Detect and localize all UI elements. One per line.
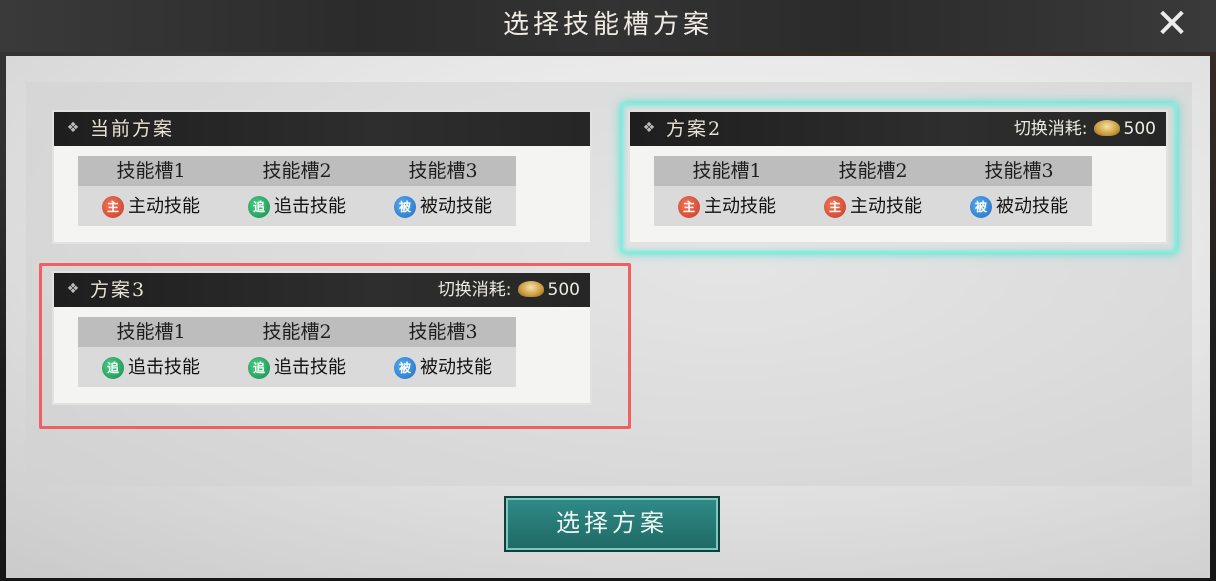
chase-skill-icon: 追 <box>248 196 270 218</box>
slot-skill-label: 被动技能 <box>420 196 492 217</box>
slot-cell: 被被动技能 <box>370 188 516 226</box>
slot-cell: 被被动技能 <box>370 349 516 387</box>
plan-card-current[interactable]: ❖ 当前方案 技能槽1 技能槽2 技能槽3 主主动技能 追追击技能 被被动技能 <box>52 110 592 244</box>
slot-header: 技能槽2 <box>800 156 946 186</box>
diamond-icon: ❖ <box>66 281 80 297</box>
passive-skill-icon: 被 <box>394 357 416 379</box>
dialog-title: 选择技能槽方案 <box>502 10 713 40</box>
switch-cost-label: 切换消耗: <box>1013 119 1088 139</box>
slot-skill-label: 主动技能 <box>850 196 922 217</box>
slot-header: 技能槽3 <box>946 156 1092 186</box>
slot-cell: 主主动技能 <box>800 188 946 226</box>
switch-cost-value: 500 <box>1123 119 1156 139</box>
slot-cell: 被被动技能 <box>946 188 1092 226</box>
slot-header: 技能槽2 <box>224 317 370 347</box>
slot-table: 技能槽1 技能槽2 技能槽3 追追击技能 追追击技能 被被动技能 <box>78 317 516 387</box>
game-dialog: 选择技能槽方案 ✕ ❖ 当前方案 技能槽1 技能槽2 技能槽3 主主动技能 追追… <box>0 0 1216 581</box>
switch-cost: 切换消耗: 500 <box>1014 112 1156 146</box>
slot-cell: 追追击技能 <box>224 188 370 226</box>
plan-name: 方案3 <box>90 279 147 301</box>
slot-header: 技能槽3 <box>370 317 516 347</box>
gold-ingot-icon <box>517 281 544 297</box>
slot-header: 技能槽1 <box>78 156 224 186</box>
switch-cost-label: 切换消耗: <box>437 280 512 300</box>
active-skill-icon: 主 <box>678 196 700 218</box>
slot-skill-label: 被动技能 <box>996 196 1068 217</box>
slot-cell: 追追击技能 <box>78 349 224 387</box>
plan-name: 当前方案 <box>90 118 175 140</box>
select-plan-button[interactable]: 选择方案 <box>506 498 718 550</box>
diamond-icon: ❖ <box>642 120 656 136</box>
switch-cost: 切换消耗: 500 <box>438 273 580 307</box>
slot-header: 技能槽3 <box>370 156 516 186</box>
slot-header: 技能槽2 <box>224 156 370 186</box>
slot-skill-label: 主动技能 <box>128 196 200 217</box>
diamond-icon: ❖ <box>66 120 80 136</box>
switch-cost-value: 500 <box>547 280 580 300</box>
gold-ingot-icon <box>1093 120 1120 136</box>
active-skill-icon: 主 <box>824 196 846 218</box>
slot-header: 技能槽1 <box>78 317 224 347</box>
active-skill-icon: 主 <box>102 196 124 218</box>
plan-card-header: ❖ 方案2 切换消耗: 500 <box>630 112 1166 146</box>
chase-skill-icon: 追 <box>248 357 270 379</box>
slot-cell: 主主动技能 <box>654 188 800 226</box>
slot-skill-label: 被动技能 <box>420 357 492 378</box>
slot-table: 技能槽1 技能槽2 技能槽3 主主动技能 追追击技能 被被动技能 <box>78 156 516 226</box>
plan-card-header: ❖ 方案3 切换消耗: 500 <box>54 273 590 307</box>
slot-table: 技能槽1 技能槽2 技能槽3 主主动技能 主主动技能 被被动技能 <box>654 156 1092 226</box>
plan-card-header: ❖ 当前方案 <box>54 112 590 146</box>
slot-cell: 追追击技能 <box>224 349 370 387</box>
passive-skill-icon: 被 <box>394 196 416 218</box>
plan-card-3[interactable]: ❖ 方案3 切换消耗: 500 技能槽1 技能槽2 技能槽3 追追击技能 追追击技… <box>52 271 592 405</box>
slot-skill-label: 追击技能 <box>128 357 200 378</box>
plan-card-2[interactable]: ❖ 方案2 切换消耗: 500 技能槽1 技能槽2 技能槽3 主主动技能 主主动技… <box>628 110 1168 244</box>
slot-skill-label: 主动技能 <box>704 196 776 217</box>
chase-skill-icon: 追 <box>102 357 124 379</box>
plan-name: 方案2 <box>666 118 723 140</box>
slot-cell: 主主动技能 <box>78 188 224 226</box>
close-x-icon[interactable]: ✕ <box>1150 2 1194 46</box>
slot-skill-label: 追击技能 <box>274 357 346 378</box>
slot-header: 技能槽1 <box>654 156 800 186</box>
slot-skill-label: 追击技能 <box>274 196 346 217</box>
passive-skill-icon: 被 <box>970 196 992 218</box>
